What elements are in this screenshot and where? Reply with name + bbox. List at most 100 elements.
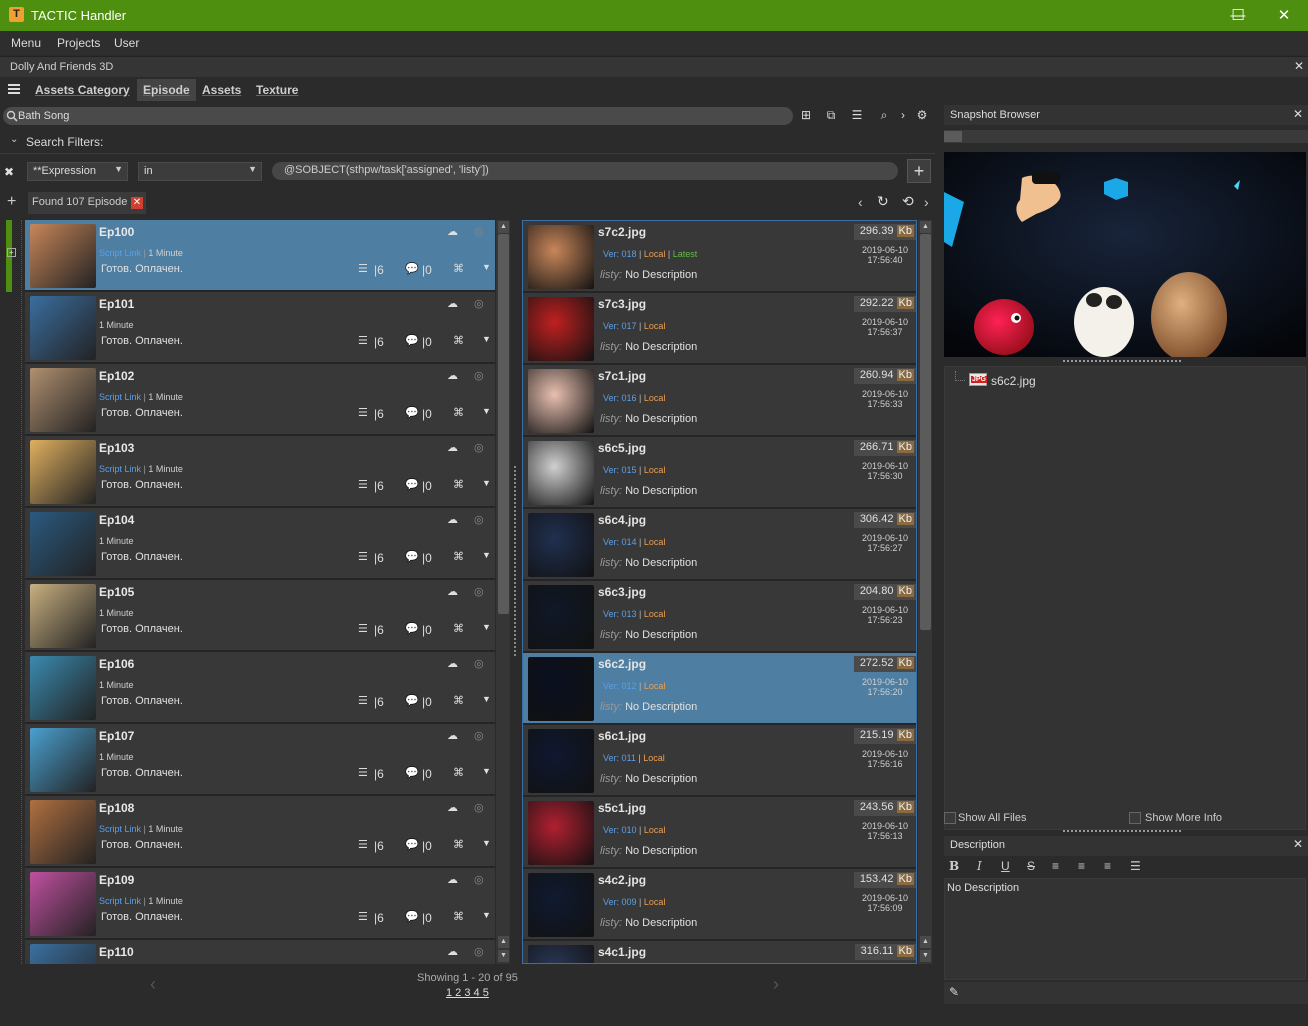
database-search-icon[interactable]: ⌕ [877,108,891,122]
expand-icon[interactable]: + [7,248,16,257]
close-project-icon[interactable]: ✕ [1294,59,1304,73]
show-all-files-checkbox[interactable] [944,812,956,824]
visibility-icon[interactable]: ◎ [474,801,484,814]
chevron-left-icon[interactable]: ‹ [858,194,863,210]
scroll-up-arrow[interactable]: ▲ [498,221,509,233]
visibility-icon[interactable]: ◎ [474,441,484,454]
row-dropdown-icon[interactable]: ▼ [482,262,491,272]
episode-row[interactable]: Ep101 1 Minute Готов. Оплачен. ☁ ◎ ☰ |6 💬 |0 ⌘ ▼ [25,292,495,364]
strikethrough-icon[interactable]: S [1027,859,1035,873]
row-dropdown-icon[interactable]: ▼ [482,622,491,632]
hierarchy-icon[interactable]: ⌘ [453,838,464,851]
row-dropdown-icon[interactable]: ▼ [482,550,491,560]
script-link[interactable]: Script Link [99,464,141,474]
row-dropdown-icon[interactable]: ▼ [482,910,491,920]
gear-icon[interactable]: ⚙ [915,108,929,122]
hierarchy-icon[interactable]: ⌘ [453,262,464,275]
visibility-icon[interactable]: ◎ [474,729,484,742]
close-panel-icon[interactable]: ✕ [1293,107,1303,121]
row-dropdown-icon[interactable]: ▼ [482,334,491,344]
episode-row[interactable]: Ep102 Script Link | 1 Minute Готов. Оплаче… [25,364,495,436]
italic-icon[interactable]: I [977,859,982,873]
menu-item-projects[interactable]: Projects [57,36,100,50]
next-page-icon[interactable]: › [773,974,779,995]
scroll-thumb[interactable] [944,131,962,142]
align-center-icon[interactable]: ≡ [1078,859,1085,873]
add-filter-button[interactable]: + [907,159,931,183]
visibility-icon[interactable]: ◎ [474,873,484,886]
description-editor[interactable]: No Description [944,878,1306,980]
notes-icon[interactable]: 💬 [405,406,419,419]
hierarchy-icon[interactable]: ⌘ [453,622,464,635]
visibility-icon[interactable]: ◎ [474,585,484,598]
snapshot-row[interactable]: s4c1.jpg 316.11 Kb [523,941,916,963]
align-justify-icon[interactable]: ☰ [1130,859,1141,873]
snapshot-row[interactable]: s5c1.jpg 243.56 Kb Ver: 010 | Local listy: … [523,797,916,869]
notes-icon[interactable]: 💬 [405,766,419,779]
filter-operator-select[interactable]: in ▼ [138,162,262,181]
cloud-icon[interactable]: ☁ [447,729,458,742]
visibility-icon[interactable]: ◎ [474,657,484,670]
row-dropdown-icon[interactable]: ▼ [482,766,491,776]
add-multiple-icon[interactable]: ⧉ [824,108,838,122]
tab-texture[interactable]: Texture [250,79,304,101]
notes-icon[interactable]: 💬 [405,622,419,635]
scroll-up-arrow[interactable]: ▲ [920,936,931,948]
cloud-icon[interactable]: ☁ [447,369,458,382]
script-link[interactable]: Script Link [99,392,141,402]
hierarchy-icon[interactable]: ⌘ [453,694,464,707]
history-icon[interactable]: ⟲ [902,193,914,210]
remove-filter-icon[interactable]: ✖ [4,165,14,179]
tab-episode[interactable]: Episode [137,79,196,101]
hierarchy-icon[interactable]: ⌘ [453,550,464,563]
snapshot-row[interactable]: s6c2.jpg 272.52 Kb Ver: 012 | Local listy: … [523,653,916,725]
snapshot-row[interactable]: s6c3.jpg 204.80 Kb Ver: 013 | Local listy: … [523,581,916,653]
cloud-icon[interactable]: ☁ [447,585,458,598]
row-dropdown-icon[interactable]: ▼ [482,478,491,488]
cloud-icon[interactable]: ☁ [447,657,458,670]
snapshot-row[interactable]: s6c1.jpg 215.19 Kb Ver: 011 | Local listy: … [523,725,916,797]
visibility-icon[interactable]: ◎ [474,225,484,238]
maximize-button[interactable]: ☐ [1215,0,1261,31]
episode-row[interactable]: Ep106 1 Minute Готов. Оплачен. ☁ ◎ ☰ |6 💬 |0 ⌘ ▼ [25,652,495,724]
show-more-info-checkbox[interactable] [1129,812,1141,824]
chevron-right-icon[interactable]: › [924,194,929,210]
notes-icon[interactable]: 💬 [405,262,419,275]
bold-icon[interactable]: B [949,859,959,873]
row-dropdown-icon[interactable]: ▼ [482,406,491,416]
clear-search-icon[interactable]: ✕ [131,197,143,209]
file-name[interactable]: s6c2.jpg [991,374,1036,388]
scroll-down-arrow[interactable]: ▼ [498,950,509,962]
filter-expression-input[interactable]: @SOBJECT(sthpw/task['assigned', 'listy']… [272,162,898,180]
splitter-handle[interactable] [1063,830,1181,833]
snapshot-row[interactable]: s6c4.jpg 306.42 Kb Ver: 014 | Local listy: … [523,509,916,581]
search-input[interactable]: Bath Song [3,107,793,125]
row-dropdown-icon[interactable]: ▼ [482,694,491,704]
notes-icon[interactable]: 💬 [405,334,419,347]
page-links[interactable]: 1 2 3 4 5 [446,987,489,999]
snapshot-list-scrollbar[interactable]: ▲ ▲ ▼ [917,220,932,964]
scroll-down-arrow[interactable]: ▼ [920,950,931,962]
database-add-icon[interactable]: ☰ [850,108,864,122]
cloud-icon[interactable]: ☁ [447,513,458,526]
notes-icon[interactable]: 💬 [405,550,419,563]
hierarchy-icon[interactable]: ⌘ [453,406,464,419]
splitter-handle[interactable] [514,466,518,656]
snapshot-row[interactable]: s7c2.jpg 296.39 Kb Ver: 018 | Local | Late… [523,221,916,293]
episode-row[interactable]: Ep103 Script Link | 1 Minute Готов. Оплаче… [25,436,495,508]
close-window-button[interactable]: ✕ [1261,0,1307,31]
episode-row[interactable]: Ep104 1 Minute Готов. Оплачен. ☁ ◎ ☰ |6 💬 |0 ⌘ ▼ [25,508,495,580]
cloud-icon[interactable]: ☁ [447,801,458,814]
snapshot-row[interactable]: s6c5.jpg 266.71 Kb Ver: 015 | Local listy: … [523,437,916,509]
underline-icon[interactable]: U [1001,859,1010,873]
hierarchy-icon[interactable]: ⌘ [453,478,464,491]
snapshot-row[interactable]: s7c1.jpg 260.94 Kb Ver: 016 | Local listy: … [523,365,916,437]
episode-row[interactable]: Ep107 1 Minute Готов. Оплачен. ☁ ◎ ☰ |6 💬 |0 ⌘ ▼ [25,724,495,796]
filter-column-select[interactable]: **Expression ▼ [27,162,128,181]
tab-assets-category[interactable]: Assets Category [29,79,136,101]
edit-pencil-icon[interactable]: ✎ [949,985,959,999]
scroll-up-arrow[interactable]: ▲ [498,936,509,948]
hamburger-menu-icon[interactable] [8,82,20,96]
cloud-icon[interactable]: ☁ [447,441,458,454]
hierarchy-icon[interactable]: ⌘ [453,334,464,347]
